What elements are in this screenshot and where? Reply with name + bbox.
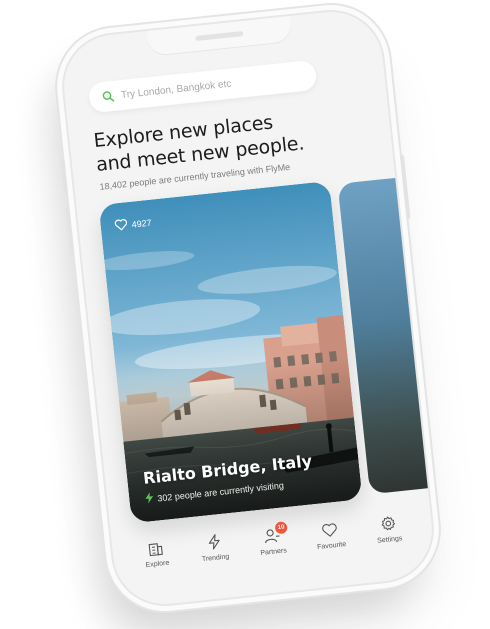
search-input[interactable] [120, 70, 301, 101]
featured-destination-card[interactable]: 4927 Rialto Bridge, Italy 302 people are… [98, 180, 363, 524]
tab-settings[interactable]: Settings [363, 512, 415, 557]
user-add-icon: 10 [262, 521, 288, 546]
tab-label: Explore [145, 559, 170, 570]
search-bar[interactable] [87, 59, 318, 114]
tab-label: Settings [376, 535, 403, 545]
heart-icon [320, 520, 340, 540]
phone-frame: Explore new places and meet new people. … [58, 6, 438, 610]
search-icon [98, 87, 118, 107]
tab-trending[interactable]: Trending [189, 530, 241, 575]
bottom-tab-bar: Explore Trending 10 Partners Favourite S… [112, 510, 434, 583]
gear-icon [378, 514, 398, 534]
tab-explore[interactable]: Explore [131, 536, 183, 581]
tab-label: Trending [201, 553, 230, 564]
tab-label: Favourite [316, 541, 347, 552]
tab-partners[interactable]: 10 Partners [247, 521, 299, 569]
notification-badge: 10 [274, 521, 288, 535]
building-icon [146, 538, 166, 558]
lightning-icon [204, 532, 224, 552]
heart-icon [114, 218, 128, 233]
tab-favourite[interactable]: Favourite [305, 518, 357, 563]
phone-side-button [399, 154, 411, 219]
phone-side-button [60, 158, 68, 193]
phone-side-button [65, 206, 75, 257]
likes-count: 4927 [131, 217, 153, 230]
app-screen: Explore new places and meet new people. … [59, 7, 437, 609]
lightning-icon [145, 492, 154, 506]
mockup-stage: Explore new places and meet new people. … [0, 0, 490, 629]
tab-label: Partners [260, 547, 288, 558]
